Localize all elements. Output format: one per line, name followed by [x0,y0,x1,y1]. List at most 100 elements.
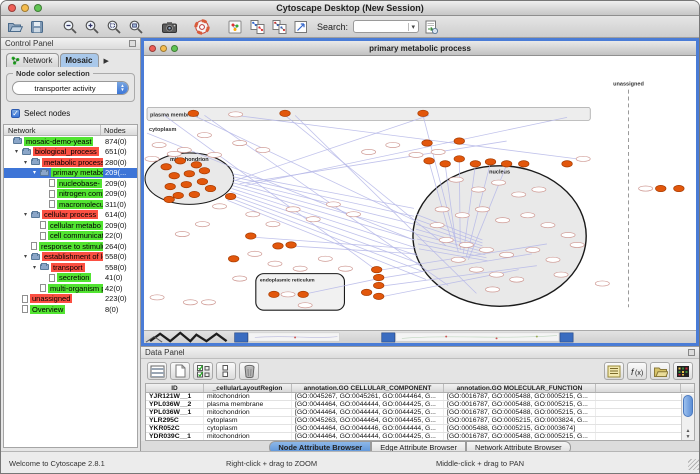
network-node[interactable] [639,186,653,191]
network-node-selected[interactable] [485,159,495,165]
network-node-selected[interactable] [424,158,434,164]
network-node-selected[interactable] [205,185,215,191]
network-node[interactable] [386,142,400,147]
column-header[interactable]: _cellularLayoutRegion [204,384,292,392]
network-node[interactable] [526,247,540,252]
network-node[interactable] [268,261,282,266]
help-icon[interactable] [192,17,212,36]
network-node[interactable] [485,287,499,292]
tab-overflow-arrow-icon[interactable]: ▶ [101,55,110,67]
network-node[interactable] [595,281,609,286]
zoom-in-icon[interactable] [82,17,102,36]
network-node-selected[interactable] [225,193,235,199]
save-session-icon[interactable] [27,17,47,36]
network-node[interactable] [229,112,243,117]
network-node[interactable] [298,303,312,308]
tree-row-unassigned[interactable]: unassigned223(0) [4,294,137,305]
tree-row-response-to-stimulu[interactable]: response to stimulu264(0) [4,241,137,252]
tree-row-biological-process[interactable]: ▾biological_process651(0) [4,147,137,158]
network-node[interactable] [306,217,320,222]
network-node[interactable] [266,222,280,227]
zoom-out-icon[interactable] [60,17,80,36]
network-node-selected[interactable] [440,161,450,167]
zoom-selected-icon[interactable] [104,17,124,36]
network-node-selected[interactable] [470,161,480,167]
table-row[interactable]: YDR039C__1mitochondrion[GO:0044464, GO:0… [146,433,694,441]
import-attributes-icon[interactable] [650,362,670,380]
network-node[interactable] [430,223,444,228]
network-node[interactable] [512,192,526,197]
search-input[interactable]: ▾ [353,20,419,33]
network-node[interactable] [197,133,211,138]
float-data-panel-icon[interactable] [688,349,695,356]
tree-row-metabolic-process[interactable]: ▾metabolic process280(0) [4,157,137,168]
tree-row-establishment-of-lo[interactable]: ▾establishment of lo558(0) [4,252,137,263]
network-node[interactable] [546,257,560,262]
network-node-selected[interactable] [422,140,432,146]
tree-row-secretion[interactable]: secretion41(0) [4,273,137,284]
table-scrollbar[interactable]: ▲▼ [681,394,694,440]
network-frame-titlebar[interactable]: primary metabolic process [144,41,696,56]
open-file-icon[interactable] [5,17,25,36]
expand-arrow-icon[interactable]: ▾ [24,253,31,260]
network-node-selected[interactable] [269,291,279,297]
network-node[interactable] [212,204,226,209]
annotation-icon[interactable] [291,17,311,36]
network-node-selected[interactable] [188,110,198,116]
search-dropdown-arrow-icon[interactable]: ▾ [408,23,419,31]
network-node[interactable] [570,242,584,247]
network-node-selected[interactable] [246,233,256,239]
network-node-selected[interactable] [298,291,308,297]
tab-mosaic[interactable]: Mosaic [60,53,99,67]
network-node-selected[interactable] [519,161,529,167]
network-node[interactable] [500,252,514,257]
tree-row-macromolecule[interactable]: macromolecule311(0) [4,199,137,210]
select-nodes-checkbox[interactable]: ✓ [11,109,20,118]
network-node-selected[interactable] [286,242,296,248]
network-node[interactable] [145,156,159,161]
float-panel-icon[interactable] [129,40,136,47]
tab-network[interactable]: Network [6,53,59,67]
resize-grip[interactable] [688,459,699,470]
network-node-selected[interactable] [181,181,191,187]
network-node-selected[interactable] [371,266,381,272]
network-node[interactable] [451,257,465,262]
network-node-selected[interactable] [165,183,175,189]
network-node-selected[interactable] [418,110,428,116]
network-node-selected[interactable] [373,293,383,299]
delete-attribute-icon[interactable] [239,362,259,380]
expand-arrow-icon[interactable]: ▾ [15,148,22,155]
table-row[interactable]: YKR052Ccytoplasm[GO:0044464, GO:0044446,… [146,425,694,433]
network-node-selected[interactable] [361,289,371,295]
network-node-selected[interactable] [197,178,207,184]
expand-arrow-icon[interactable]: ▾ [33,169,40,176]
network-node[interactable] [362,149,376,154]
tree-col-nodes[interactable]: Nodes [101,125,137,135]
network-node-selected[interactable] [228,256,238,262]
network-node[interactable] [248,251,262,256]
network-node[interactable] [475,207,489,212]
snapshot-icon[interactable] [159,17,179,36]
network-node[interactable] [471,187,485,192]
network-node[interactable] [459,242,473,247]
tree-row-transport[interactable]: ▾transport558(0) [4,262,137,273]
tree-row-cellular-metabo[interactable]: cellular metabo209(0) [4,220,137,231]
network-node[interactable] [455,213,469,218]
network-node[interactable] [496,218,510,223]
network-node[interactable] [207,152,221,157]
network-node[interactable] [293,266,307,271]
network-node[interactable] [175,231,189,236]
network-node[interactable] [286,207,300,212]
unselect-attributes-icon[interactable] [216,362,236,380]
network-node-selected[interactable] [191,162,201,168]
network-node[interactable] [201,300,215,305]
formula-icon[interactable]: f(x) [627,362,647,380]
minimized-views-strip[interactable] [144,330,696,343]
network-node[interactable] [576,156,590,161]
network-node-selected[interactable] [454,138,464,144]
matrix-icon[interactable] [673,362,693,380]
network-node[interactable] [150,295,164,300]
expand-arrow-icon[interactable]: ▾ [24,159,31,166]
network-node-selected[interactable] [164,196,174,202]
network-node[interactable] [449,177,463,182]
